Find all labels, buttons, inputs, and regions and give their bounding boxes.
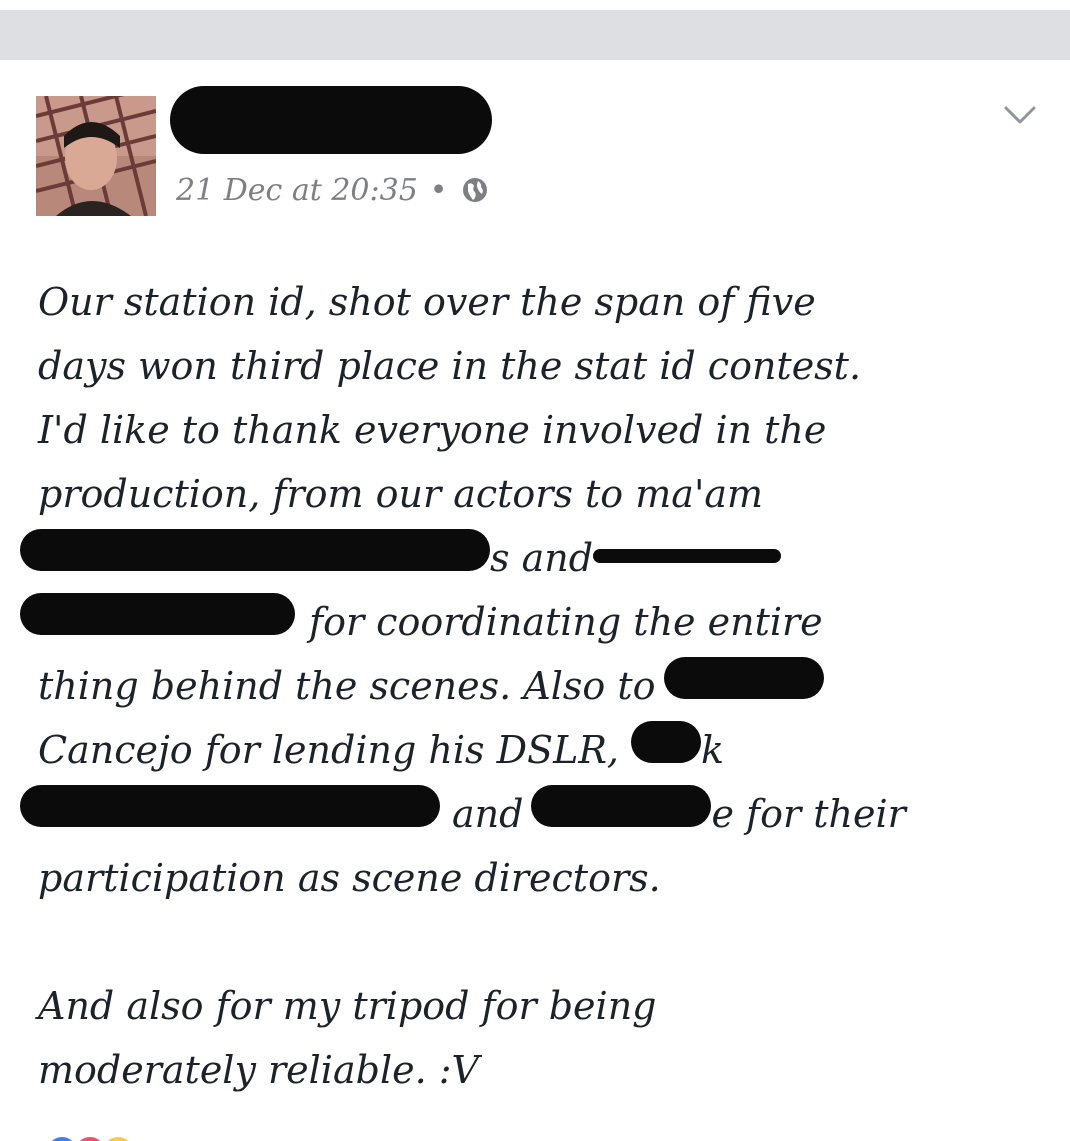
like-icon (51, 1137, 73, 1141)
post-timestamp[interactable]: 21 Dec at 20:35 (176, 173, 418, 208)
post-text: k (701, 728, 725, 772)
status-strip (0, 0, 1070, 10)
name-redaction (20, 593, 295, 635)
love-icon (79, 1137, 101, 1141)
post-line: Our station id, shot over the span of fi… (38, 270, 1048, 334)
post-text: for coordinating the entire (309, 600, 823, 644)
post-meta: 21 Dec at 20:35 • (176, 168, 490, 212)
paragraph-break (38, 910, 1048, 974)
post-text: moderately reliable. :V (38, 1048, 479, 1092)
name-redaction (593, 549, 782, 563)
post-line: s and (20, 526, 1048, 590)
post-body: Our station id, shot over the span of fi… (20, 270, 1048, 1102)
post-text: days won third place in the stat id cont… (38, 344, 862, 388)
avatar[interactable] (36, 96, 156, 216)
post-line: for coordinating the entire (20, 590, 1048, 654)
post-line: And also for my tripod for being (38, 974, 1048, 1038)
post-line: I'd like to thank everyone involved in t… (38, 398, 1048, 462)
post-line: and e for their (20, 782, 1048, 846)
post-text: participation as scene directors. (38, 856, 661, 900)
chevron-down-icon[interactable] (1000, 96, 1040, 136)
avatar-photo (36, 96, 156, 216)
name-redaction (663, 657, 824, 699)
post-text: thing behind the scenes. Also to (38, 664, 656, 708)
post-text: s and (490, 536, 594, 580)
post-line: days won third place in the stat id cont… (38, 334, 1048, 398)
post-line: thing behind the scenes. Also to (38, 654, 1048, 718)
name-redaction (20, 529, 490, 571)
post-text: I'd like to thank everyone involved in t… (38, 408, 827, 452)
name-redaction (531, 785, 712, 827)
reactions-icons[interactable] (40, 1128, 180, 1141)
post-text: and (452, 792, 524, 836)
post-text: And also for my tripod for being (38, 984, 657, 1028)
post-text: production, from our actors to ma'am (38, 472, 764, 516)
post-line: Cancejo for lending his DSLR, k (38, 718, 1048, 782)
post-text: e for their (711, 792, 906, 836)
name-redaction (20, 785, 440, 827)
author-name-redacted (170, 86, 492, 154)
post-text: Cancejo for lending his DSLR, (38, 728, 620, 772)
post-line: moderately reliable. :V (38, 1038, 1048, 1102)
haha-icon (107, 1137, 129, 1141)
globe-icon[interactable] (460, 175, 490, 205)
post-line: participation as scene directors. (38, 846, 1048, 910)
meta-separator: • (429, 172, 448, 208)
post-line: production, from our actors to ma'am (38, 462, 1048, 526)
post-text: Our station id, shot over the span of fi… (38, 280, 816, 324)
feed-separator (0, 10, 1070, 60)
name-redaction (631, 721, 702, 763)
